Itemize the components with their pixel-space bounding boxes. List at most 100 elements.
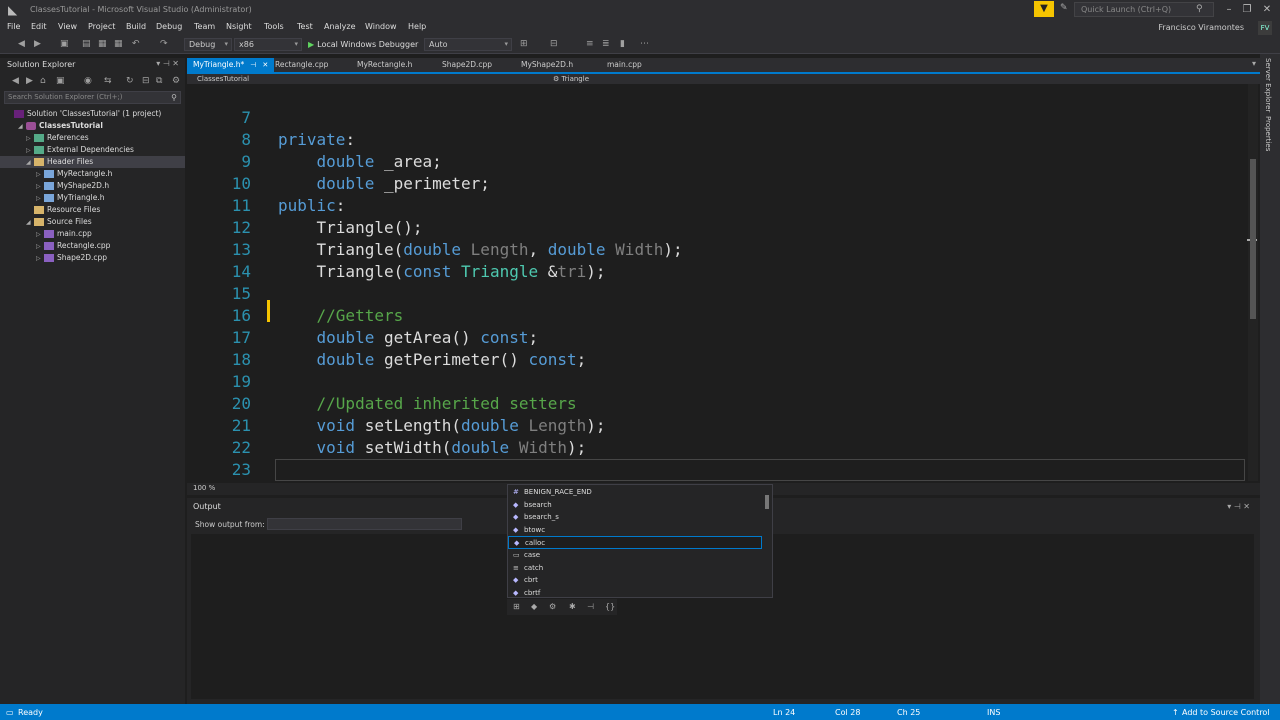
forward-icon[interactable]: ▶ [26,76,33,86]
bookmark-icon[interactable]: ▮ [620,39,625,49]
tree-item-header-files[interactable]: ◢ Header Files [0,156,185,168]
configuration-dropdown[interactable]: Debug ▾ [184,38,232,51]
navigate-back-icon[interactable]: ◀ [18,39,25,49]
completion-item[interactable]: ◆ btowc [508,524,762,537]
navigate-forward-icon[interactable]: ▶ [34,39,41,49]
tree-item-myshape2d-h[interactable]: ▷ MyShape2D.h [0,180,185,192]
quick-launch-input[interactable]: Quick Launch (Ctrl+Q) [1074,2,1214,17]
tree-item-main-cpp[interactable]: ▷ main.cpp [0,228,185,240]
tab-mytriangle-h[interactable]: MyTriangle.h* ⊣ ✕ [187,58,275,72]
tab-overflow-icon[interactable]: ▾ [1252,59,1256,68]
tab-myrectangle-h[interactable]: MyRectangle.h [351,58,418,72]
panel-dropdown-icon[interactable]: ▾ [156,59,160,68]
server-explorer-tab[interactable]: Server Explorer [1264,58,1272,112]
close-button[interactable]: ✕ [1258,2,1276,18]
tree-item-references[interactable]: ▷ References [0,132,185,144]
menu-project[interactable]: Project [88,22,115,31]
filter-macros-icon[interactable]: ✱ [569,602,576,611]
code-editor[interactable]: 7 private: 8 double _area; 9 double _per… [187,84,1260,481]
editor-scroll-thumb[interactable] [1250,159,1256,319]
tree-item-mytriangle-h[interactable]: ▷ MyTriangle.h [0,192,185,204]
show-all-files-icon[interactable]: ⧉ [156,76,162,86]
menu-help[interactable]: Help [408,22,426,31]
refresh-icon[interactable]: ↻ [126,76,134,86]
search-icon[interactable]: ⚲ [171,92,177,103]
home-icon[interactable]: ⌂ [40,76,46,86]
feedback-icon[interactable]: ✎ [1060,3,1068,13]
completion-item[interactable]: ≡ catch [508,562,762,575]
tree-item-resource-files[interactable]: Resource Files [0,204,185,216]
tree-item-external-dependencies[interactable]: ▷ External Dependencies [0,144,185,156]
completion-item[interactable]: ◆ cbrtf [508,587,762,600]
tab-myshape2d-h[interactable]: MyShape2D.h [515,58,579,72]
member-scope-dropdown[interactable]: ⚙ Triangle [549,74,899,84]
new-project-icon[interactable]: ▣ [60,39,69,49]
menu-analyze[interactable]: Analyze [324,22,356,31]
switch-views-icon[interactable]: ▣ [56,76,65,86]
notification-filter-icon[interactable]: ▼ [1034,1,1054,17]
menu-view[interactable]: View [58,22,77,31]
close-icon[interactable]: ✕ [262,61,268,69]
menu-team[interactable]: Team [194,22,215,31]
completion-item[interactable]: # BENIGN_RACE_END [508,486,762,499]
indent-icon[interactable]: ≡ [586,39,594,49]
filter-snippets-icon[interactable]: {} [605,602,615,611]
source-control-arrow-icon[interactable]: ↑ [1172,708,1179,717]
completion-item[interactable]: ◆ cbrt [508,574,762,587]
tab-main-cpp[interactable]: main.cpp [601,58,648,72]
output-source-dropdown[interactable] [267,518,462,530]
menu-nsight[interactable]: Nsight [226,22,252,31]
tree-item-myrectangle-h[interactable]: ▷ MyRectangle.h [0,168,185,180]
filter-namespaces-icon[interactable]: ⊞ [513,602,520,611]
intellisense-completion-list[interactable]: # BENIGN_RACE_END ◆ bsearch ◆ bsearch_s ◆ bt… [507,484,773,598]
tree-item-shape2d-cpp[interactable]: ▷ Shape2D.cpp [0,252,185,264]
search-icon[interactable]: ⚲ [1196,4,1203,14]
tree-item-rectangle-cpp[interactable]: ▷ Rectangle.cpp [0,240,185,252]
save-icon[interactable]: ▦ [98,39,107,49]
tab-shape2d-cpp[interactable]: Shape2D.cpp [436,58,498,72]
save-all-icon[interactable]: ▦ [114,39,123,49]
tree-item-solution[interactable]: Solution 'ClassesTutorial' (1 project) [0,108,185,120]
bookmark-prev-icon[interactable]: ⋯ [640,39,649,49]
panel-dropdown-icon[interactable]: ▾ [1227,502,1231,511]
undo-icon[interactable]: ↶ [132,39,140,49]
comment-icon[interactable]: ⊟ [550,39,558,49]
zoom-level[interactable]: 100 % [193,484,215,492]
back-icon[interactable]: ◀ [12,76,19,86]
menu-file[interactable]: File [7,22,20,31]
completion-item[interactable]: ▭ case [508,549,762,562]
outdent-icon[interactable]: ≣ [602,39,610,49]
completion-item[interactable]: ◆ bsearch_s [508,511,762,524]
minimize-button[interactable]: – [1220,2,1238,18]
completion-scrollbar[interactable] [763,487,771,595]
collapse-all-icon[interactable]: ⊟ [142,76,150,86]
filter-keywords-icon[interactable]: ⊣ [587,602,594,611]
completion-item[interactable]: ◆ bsearch [508,499,762,512]
filter-members-icon[interactable]: ⚙ [549,602,556,611]
pending-changes-icon[interactable]: ◉ [84,76,92,86]
menu-test[interactable]: Test [297,22,313,31]
add-to-source-control-button[interactable]: Add to Source Control [1182,708,1270,717]
pin-icon[interactable]: ⊣ [1234,502,1241,511]
tree-item-source-files[interactable]: ◢ Source Files [0,216,185,228]
solution-search-input[interactable]: Search Solution Explorer (Ctrl+;) ⚲ [4,91,181,104]
redo-icon[interactable]: ↷ [160,39,168,49]
pin-icon[interactable]: ⊣ [163,59,170,68]
menu-debug[interactable]: Debug [156,22,182,31]
properties-icon[interactable]: ⚙ [172,76,180,86]
properties-tab[interactable]: Properties [1264,116,1272,151]
tree-item-project[interactable]: ◢ ClassesTutorial [0,120,185,132]
menu-window[interactable]: Window [365,22,397,31]
pin-icon[interactable]: ⊣ [250,61,256,69]
project-scope-dropdown[interactable]: ClassesTutorial [193,74,543,84]
open-file-icon[interactable]: ▤ [82,39,91,49]
tab-rectangle-cpp[interactable]: Rectangle.cpp [269,58,334,72]
close-icon[interactable]: ✕ [1243,502,1250,511]
browse-icon[interactable]: ⊞ [520,39,528,49]
user-name[interactable]: Francisco Viramontes [1158,23,1244,32]
maximize-button[interactable]: ❐ [1238,2,1256,18]
menu-tools[interactable]: Tools [264,22,284,31]
completion-item-selected[interactable]: ◆ calloc [508,536,762,549]
menu-build[interactable]: Build [126,22,146,31]
completion-scroll-thumb[interactable] [765,495,769,509]
